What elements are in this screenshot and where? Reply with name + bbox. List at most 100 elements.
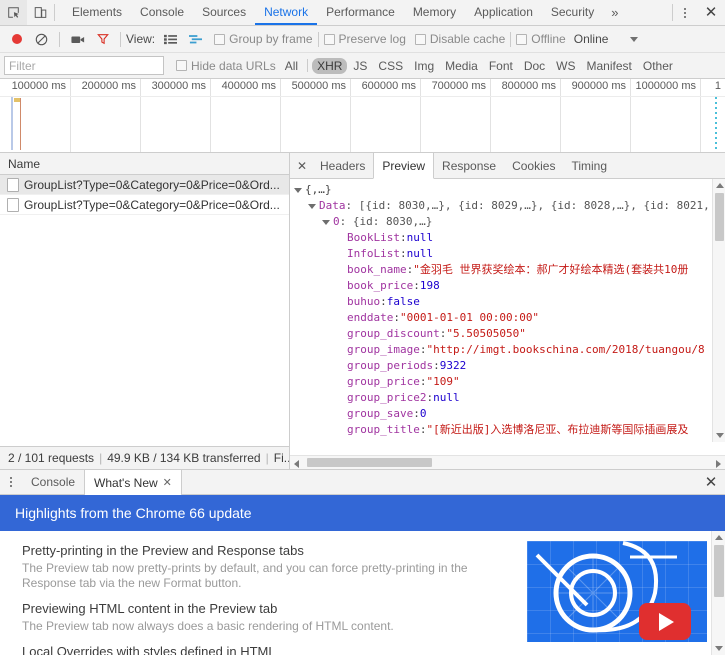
whats-new-scrollbar[interactable] — [711, 531, 725, 655]
drawer-tab-whats-new[interactable]: What's New ✕ — [84, 470, 182, 495]
scrollbar-thumb[interactable] — [715, 193, 724, 241]
filter-type-font[interactable]: Font — [484, 58, 518, 74]
filter-input[interactable] — [4, 56, 164, 75]
clear-icon[interactable] — [29, 28, 54, 50]
filter-type-img[interactable]: Img — [409, 58, 439, 74]
preserve-log-checkbox[interactable]: Preserve log — [323, 32, 406, 46]
youtube-video-thumbnail[interactable] — [527, 541, 707, 642]
scroll-up-icon[interactable] — [715, 535, 723, 540]
waterfall-view-icon[interactable] — [183, 28, 208, 50]
more-tabs-icon[interactable]: » — [603, 0, 626, 25]
close-detail-icon[interactable]: ✕ — [292, 153, 312, 178]
scroll-right-icon[interactable] — [716, 460, 721, 468]
detail-tab-headers[interactable]: Headers — [312, 153, 373, 178]
tab-security[interactable]: Security — [542, 0, 603, 25]
offline-checkbox[interactable]: Offline — [516, 32, 566, 46]
scrollbar-thumb[interactable] — [307, 458, 432, 467]
filter-type-ws[interactable]: WS — [551, 58, 580, 74]
tab-console[interactable]: Console — [131, 0, 193, 25]
view-label: View: — [126, 32, 156, 46]
camera-icon[interactable] — [65, 28, 90, 50]
offline-label: Offline — [531, 32, 566, 46]
json-line[interactable]: book_name: "金羽毛 世界获奖绘本：郝广才好绘本精选(套装共10册 — [294, 262, 725, 278]
expand-triangle-icon[interactable] — [322, 219, 330, 225]
network-overview-timeline[interactable]: 100000 ms 200000 ms 300000 ms 400000 ms 5000… — [0, 79, 725, 153]
json-token: : — [393, 311, 400, 324]
disable-cache-label: Disable cache — [429, 32, 506, 46]
preview-vertical-scrollbar[interactable] — [712, 179, 725, 442]
filter-type-media[interactable]: Media — [440, 58, 483, 74]
filter-type-all[interactable]: All — [280, 58, 303, 74]
filter-type-css[interactable]: CSS — [373, 58, 408, 74]
json-line[interactable]: group_periods: 9322 — [294, 358, 725, 374]
json-token: "5.50505050" — [446, 327, 526, 340]
tab-application[interactable]: Application — [465, 0, 542, 25]
detail-tab-response[interactable]: Response — [434, 153, 504, 178]
detail-tab-timing[interactable]: Timing — [563, 153, 615, 178]
drawer-tab-label: Console — [31, 475, 76, 489]
more-options-icon[interactable] — [673, 0, 697, 25]
filter-type-xhr[interactable]: XHR — [312, 57, 348, 74]
request-row-1[interactable]: GroupList?Type=0&Category=0&Price=0&Ord.… — [0, 195, 289, 215]
close-tab-icon[interactable]: ✕ — [163, 476, 172, 489]
expand-triangle-icon[interactable] — [308, 203, 316, 209]
request-list[interactable]: GroupList?Type=0&Category=0&Price=0&Ord.… — [0, 175, 289, 446]
preview-horizontal-scrollbar[interactable] — [290, 455, 725, 469]
json-preview-tree[interactable]: {,…} Data: [{id: 8030,…}, {id: 8029,…}, {… — [290, 179, 725, 455]
filter-type-manifest[interactable]: Manifest — [582, 58, 637, 74]
json-line[interactable]: Data: [{id: 8030,…}, {id: 8029,…}, {id: … — [294, 198, 725, 214]
tab-network[interactable]: Network — [255, 0, 318, 25]
json-line[interactable]: group_image: "http://imgt.bookschina.com… — [294, 342, 725, 358]
device-toolbar-icon[interactable] — [27, 0, 54, 25]
expand-triangle-icon[interactable] — [294, 187, 302, 193]
more-options-icon[interactable] — [0, 470, 22, 494]
filter-funnel-icon[interactable] — [90, 28, 115, 50]
json-line[interactable]: BookList: null — [294, 230, 725, 246]
json-line[interactable]: {,…} — [294, 182, 725, 198]
hide-data-urls-checkbox[interactable]: Hide data URLs — [176, 59, 276, 73]
json-line[interactable]: book_price: 198 — [294, 278, 725, 294]
detail-tab-cookies[interactable]: Cookies — [504, 153, 563, 178]
json-token: Data — [319, 199, 346, 212]
scroll-down-icon[interactable] — [715, 646, 723, 651]
play-icon[interactable] — [639, 603, 691, 640]
inspect-element-icon[interactable] — [0, 0, 27, 25]
json-line[interactable]: enddate: "0001-01-01 00:00:00" — [294, 310, 725, 326]
column-header-name: Name — [8, 156, 41, 171]
request-list-pane: Name GroupList?Type=0&Category=0&Price=0… — [0, 153, 290, 469]
json-line[interactable]: 0: {id: 8030,…} — [294, 214, 725, 230]
tab-elements[interactable]: Elements — [63, 0, 131, 25]
close-devtools-icon[interactable]: ✕ — [697, 0, 725, 25]
json-line[interactable]: buhuo: false — [294, 294, 725, 310]
request-row-0[interactable]: GroupList?Type=0&Category=0&Price=0&Ord.… — [0, 175, 289, 195]
json-line[interactable]: InfoList: null — [294, 246, 725, 262]
filter-type-doc[interactable]: Doc — [519, 58, 550, 74]
json-line[interactable]: group_price: "109" — [294, 374, 725, 390]
tab-memory[interactable]: Memory — [404, 0, 465, 25]
list-view-icon[interactable] — [158, 28, 183, 50]
json-token: : — [413, 279, 420, 292]
group-by-frame-checkbox[interactable]: Group by frame — [214, 32, 313, 46]
close-drawer-icon[interactable]: ✕ — [697, 470, 725, 494]
disable-cache-checkbox[interactable]: Disable cache — [414, 32, 506, 46]
scroll-down-icon[interactable] — [716, 433, 724, 438]
item-title: Pretty-printing in the Preview and Respo… — [22, 543, 304, 558]
json-line[interactable]: group_price2: null — [294, 390, 725, 406]
tab-performance[interactable]: Performance — [317, 0, 404, 25]
json-line[interactable]: group_discount: "5.50505050" — [294, 326, 725, 342]
online-label[interactable]: Online — [574, 32, 609, 46]
drawer-tab-console[interactable]: Console — [22, 470, 84, 494]
json-line[interactable]: group_save: 0 — [294, 406, 725, 422]
record-icon[interactable] — [4, 28, 29, 50]
tab-sources[interactable]: Sources — [193, 0, 255, 25]
scrollbar-thumb[interactable] — [714, 545, 724, 597]
timeline-ruler: 100000 ms 200000 ms 300000 ms 400000 ms 5000… — [0, 79, 725, 152]
filter-type-other[interactable]: Other — [638, 58, 678, 74]
chevron-down-icon[interactable] — [630, 36, 639, 42]
scroll-up-icon[interactable] — [716, 183, 724, 188]
detail-tab-preview[interactable]: Preview — [373, 153, 435, 179]
scroll-left-icon[interactable] — [294, 460, 299, 468]
request-list-header[interactable]: Name — [0, 153, 289, 175]
json-line[interactable]: group_title: "[新近出版]入选博洛尼亚、布拉迪斯等国际插画展及 — [294, 422, 725, 438]
filter-type-js[interactable]: JS — [348, 58, 372, 74]
